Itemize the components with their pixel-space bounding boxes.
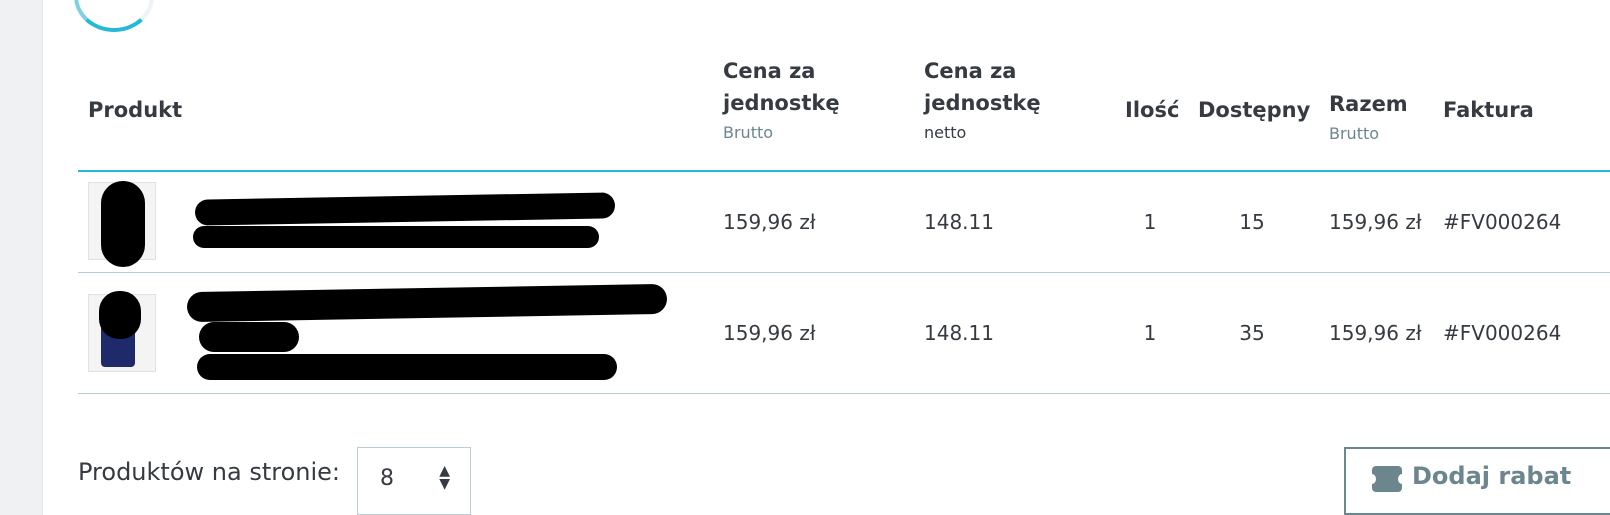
header-divider <box>78 170 1610 172</box>
cell-unit-price-net: 148.11 <box>924 210 994 234</box>
cell-available: 15 <box>1239 210 1265 234</box>
header-quantity[interactable]: Ilość <box>1125 94 1179 126</box>
header-invoice[interactable]: Faktura <box>1443 94 1534 126</box>
row-divider <box>78 272 1610 273</box>
redaction-mark <box>193 226 599 248</box>
add-discount-label: Dodaj rabat <box>1412 462 1572 490</box>
header-available[interactable]: Dostępny <box>1198 94 1310 126</box>
header-unit-price-net-label: Cena za jednostkę <box>924 59 1041 115</box>
cell-total: 159,96 zł <box>1329 321 1422 345</box>
cell-quantity: 1 <box>1143 321 1157 345</box>
cell-available: 35 <box>1239 321 1265 345</box>
products-per-page-label: Produktów na stronie: <box>78 458 340 486</box>
loading-spinner <box>74 0 154 32</box>
header-unit-price-net[interactable]: Cena za jednostkę netto <box>924 55 1094 145</box>
header-unit-price-gross-sub: Brutto <box>723 123 774 142</box>
redaction-mark <box>186 283 668 323</box>
row-divider <box>78 393 1610 394</box>
redaction-mark <box>101 181 145 267</box>
cell-unit-price-gross: 159,96 zł <box>723 210 816 234</box>
header-unit-price-gross-label: Cena za jednostkę <box>723 59 840 115</box>
cell-total: 159,96 zł <box>1329 210 1422 234</box>
product-thumbnail[interactable] <box>88 291 156 372</box>
left-rail <box>0 0 43 515</box>
cell-unit-price-net: 148.11 <box>924 321 994 345</box>
header-total-label: Razem <box>1329 92 1408 116</box>
header-total[interactable]: Razem Brutto <box>1329 88 1408 146</box>
ticket-icon <box>1368 466 1406 492</box>
cell-quantity: 1 <box>1143 210 1157 234</box>
products-per-page-select[interactable]: 8 ▲ ▼ <box>357 447 471 515</box>
products-per-page-value: 8 <box>380 466 394 491</box>
cell-invoice[interactable]: #FV000264 <box>1443 210 1561 234</box>
header-total-sub: Brutto <box>1329 124 1380 143</box>
redaction-mark <box>194 192 616 226</box>
product-thumbnail[interactable] <box>88 181 156 267</box>
sort-arrows-icon: ▲ ▼ <box>439 463 450 492</box>
header-product[interactable]: Produkt <box>88 94 182 126</box>
cell-unit-price-gross: 159,96 zł <box>723 321 816 345</box>
redaction-mark <box>199 322 299 352</box>
redaction-mark <box>197 354 617 380</box>
add-discount-button[interactable]: Dodaj rabat <box>1344 447 1610 515</box>
header-unit-price-net-sub: netto <box>924 123 967 142</box>
redaction-mark <box>99 291 141 339</box>
header-unit-price-gross[interactable]: Cena za jednostkę Brutto <box>723 55 893 145</box>
cell-invoice[interactable]: #FV000264 <box>1443 321 1561 345</box>
